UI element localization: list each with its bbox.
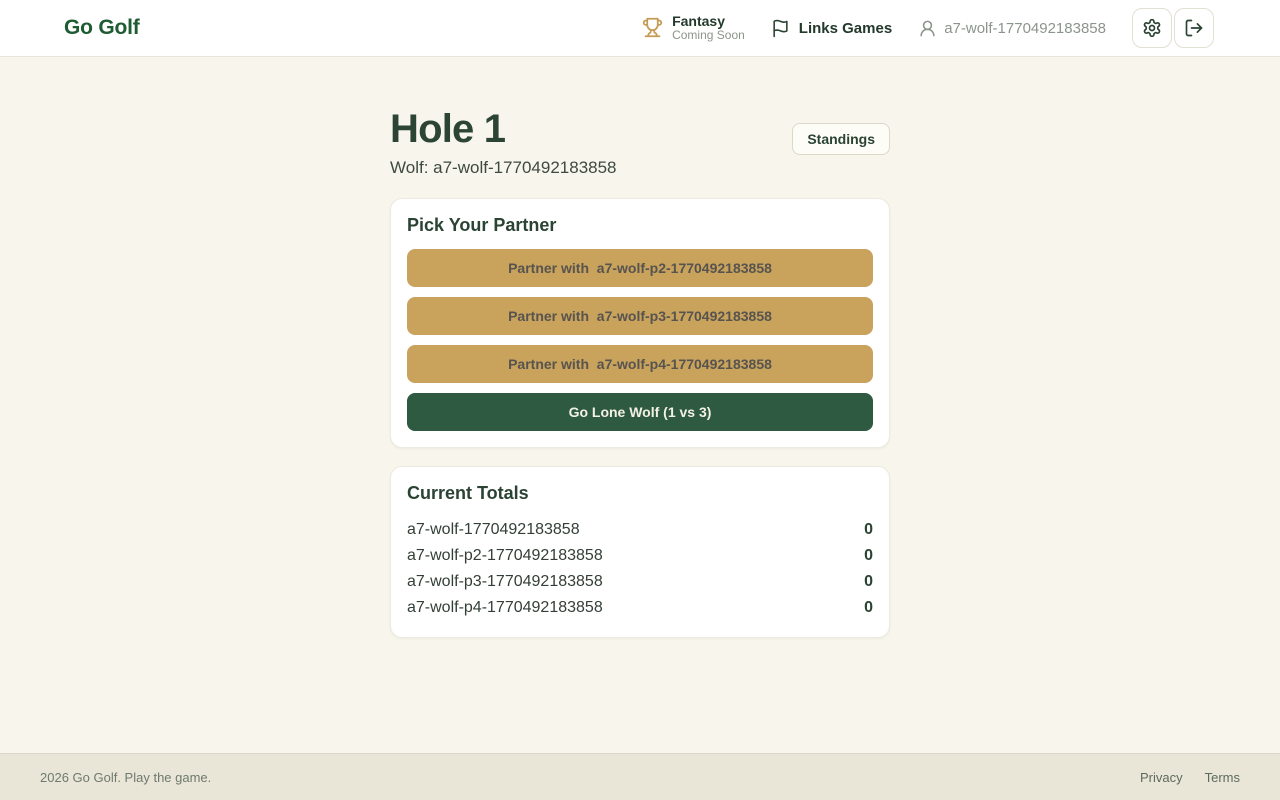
page-title: Hole 1 — [390, 105, 617, 153]
main-content: Hole 1 Wolf: a7-wolf-1770492183858 Stand… — [0, 57, 1280, 753]
header-buttons — [1132, 8, 1214, 48]
totals-row: a7-wolf-p2-1770492183858 0 — [407, 543, 873, 569]
partner-button-p3[interactable]: Partner with a7-wolf-p3-1770492183858 — [407, 297, 873, 335]
totals-row: a7-wolf-1770492183858 0 — [407, 517, 873, 543]
current-totals-card: Current Totals a7-wolf-1770492183858 0 a… — [390, 466, 890, 638]
logout-button[interactable] — [1174, 8, 1214, 48]
nav-item-fantasy[interactable]: Fantasy Coming Soon — [642, 13, 745, 43]
pick-partner-card: Pick Your Partner Partner with a7-wolf-p… — [390, 198, 890, 448]
links-games-label: Links Games — [799, 20, 892, 37]
partner-button-p4[interactable]: Partner with a7-wolf-p4-1770492183858 — [407, 345, 873, 383]
fantasy-label: Fantasy — [672, 13, 745, 29]
totals-player-name: a7-wolf-p4-1770492183858 — [407, 599, 603, 617]
standings-button[interactable]: Standings — [792, 123, 890, 155]
totals-player-name: a7-wolf-1770492183858 — [407, 521, 580, 539]
settings-button[interactable] — [1132, 8, 1172, 48]
title-block: Hole 1 Wolf: a7-wolf-1770492183858 — [390, 105, 617, 178]
totals-row: a7-wolf-p4-1770492183858 0 — [407, 595, 873, 621]
trophy-icon — [642, 17, 663, 38]
pick-partner-heading: Pick Your Partner — [407, 215, 873, 236]
totals-player-name: a7-wolf-p2-1770492183858 — [407, 547, 603, 565]
footer-copyright: 2026 Go Golf. Play the game. — [40, 770, 211, 785]
app-header: Go Golf Fantasy Coming Soon — [0, 0, 1280, 57]
partner-button-p2[interactable]: Partner with a7-wolf-p2-1770492183858 — [407, 249, 873, 287]
fantasy-coming-soon-label: Coming Soon — [672, 29, 745, 43]
privacy-link[interactable]: Privacy — [1140, 770, 1183, 785]
terms-link[interactable]: Terms — [1205, 770, 1240, 785]
totals-player-name: a7-wolf-p3-1770492183858 — [407, 573, 603, 591]
wolf-subtitle: Wolf: a7-wolf-1770492183858 — [390, 158, 617, 178]
page-footer: 2026 Go Golf. Play the game. Privacy Ter… — [0, 753, 1280, 800]
header-nav: Fantasy Coming Soon Links Games a7-wolf-… — [642, 8, 1214, 48]
totals-row: a7-wolf-p3-1770492183858 0 — [407, 569, 873, 595]
totals-player-score: 0 — [864, 547, 873, 565]
user-id-label: a7-wolf-1770492183858 — [944, 20, 1106, 37]
current-totals-heading: Current Totals — [407, 483, 873, 504]
nav-item-links-games[interactable]: Links Games — [771, 19, 892, 38]
user-icon — [918, 19, 937, 38]
log-out-icon — [1184, 18, 1204, 38]
totals-player-score: 0 — [864, 599, 873, 617]
lone-wolf-button[interactable]: Go Lone Wolf (1 vs 3) — [407, 393, 873, 431]
user-identity: a7-wolf-1770492183858 — [918, 19, 1106, 38]
footer-links: Privacy Terms — [1140, 770, 1240, 785]
app-logo[interactable]: Go Golf — [64, 16, 140, 40]
gear-icon — [1142, 18, 1162, 38]
totals-player-score: 0 — [864, 521, 873, 539]
fantasy-text: Fantasy Coming Soon — [672, 13, 745, 43]
title-row: Hole 1 Wolf: a7-wolf-1770492183858 Stand… — [390, 105, 890, 178]
flag-icon — [771, 19, 790, 38]
totals-player-score: 0 — [864, 573, 873, 591]
